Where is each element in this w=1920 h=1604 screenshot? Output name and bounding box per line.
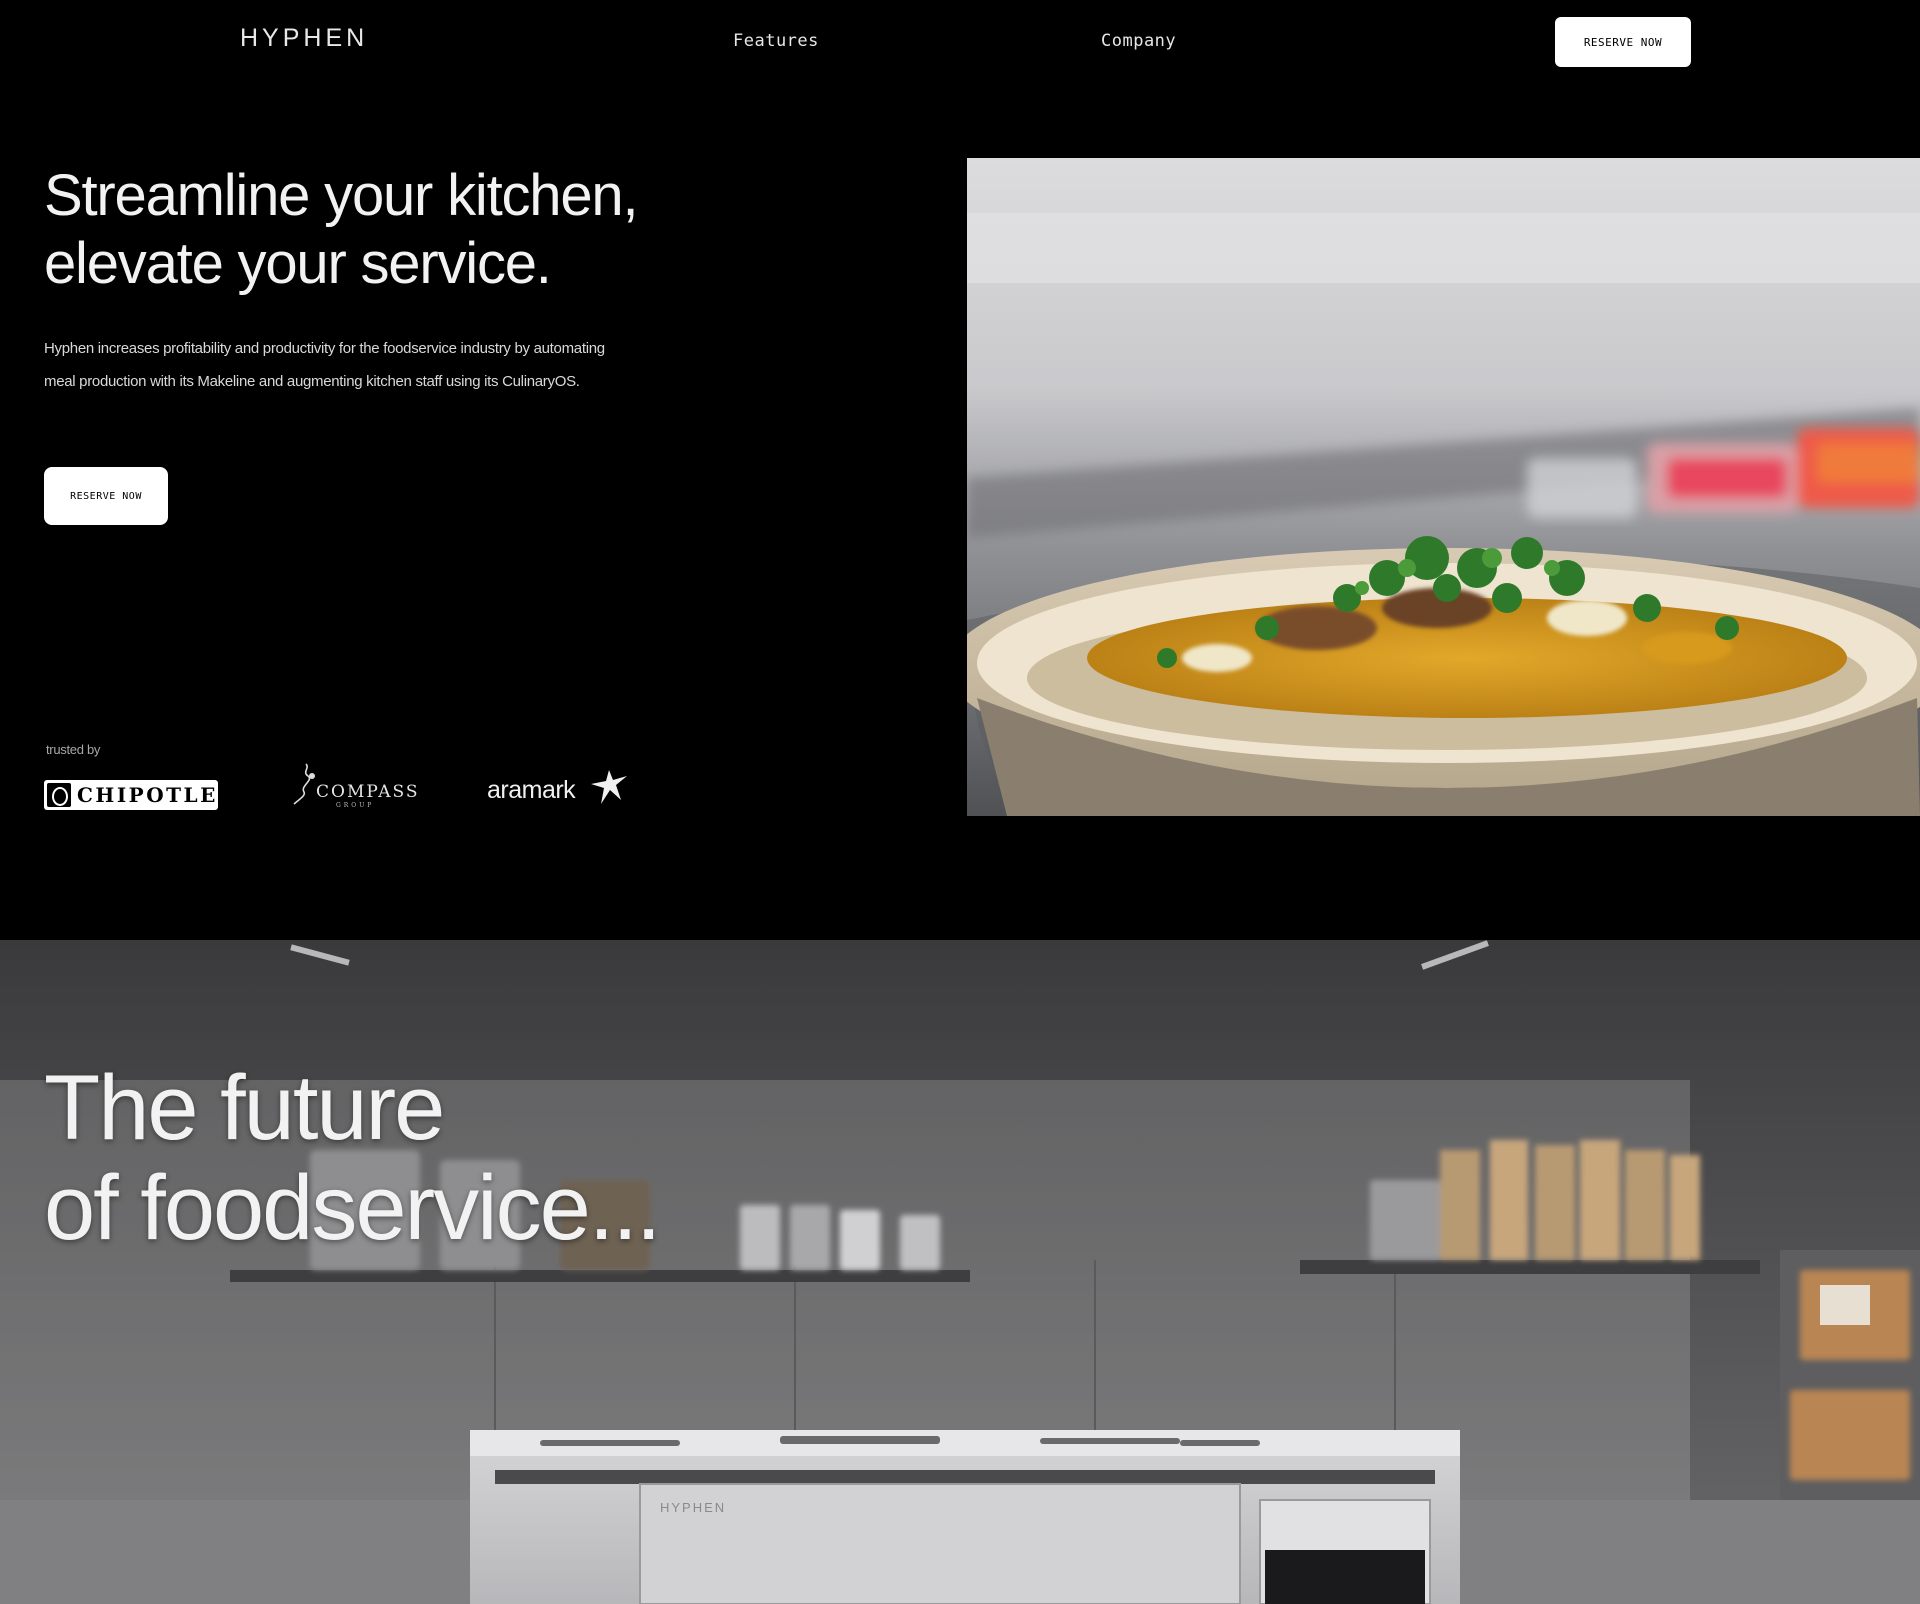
future-title-line-1: The future xyxy=(44,1057,445,1159)
future-title: The future of foodservice... xyxy=(44,1057,661,1259)
top-nav: HYPHEN Features Company RESERVE NOW xyxy=(0,0,1920,90)
hero-title-line-1: Streamline your kitchen, xyxy=(44,163,639,228)
reserve-now-button-hero[interactable]: RESERVE NOW xyxy=(44,467,168,525)
food-bowl-illustration xyxy=(967,158,1920,816)
chipotle-logo-text: CHIPOTLE xyxy=(77,783,218,807)
trusted-by-label: trusted by xyxy=(46,742,101,757)
aramark-star-icon xyxy=(591,770,627,804)
future-section: The future of foodservice... HYPHEN xyxy=(0,940,1920,1604)
chipotle-mark-icon xyxy=(47,783,71,807)
logo[interactable]: HYPHEN xyxy=(240,24,368,53)
nav-link-company[interactable]: Company xyxy=(1101,31,1176,51)
aramark-logo: aramark xyxy=(485,768,635,808)
chipotle-logo: CHIPOTLE xyxy=(44,780,218,810)
food-bowl-photo xyxy=(967,158,1920,816)
machine-brand-label: HYPHEN xyxy=(660,1500,727,1515)
aramark-logo-text: aramark xyxy=(487,776,576,804)
compass-logo-subtext: GROUP xyxy=(336,802,375,809)
hero-title: Streamline your kitchen, elevate your se… xyxy=(44,162,639,298)
nav-link-features[interactable]: Features xyxy=(733,31,819,51)
hero-title-line-2: elevate your service. xyxy=(44,231,552,296)
future-title-line-2: of foodservice... xyxy=(44,1157,661,1259)
reserve-now-button-nav[interactable]: RESERVE NOW xyxy=(1555,17,1691,67)
compass-group-logo: COMPASS GROUP xyxy=(288,760,418,810)
kitchen-photo xyxy=(0,940,1920,1604)
compass-logo-text: COMPASS xyxy=(316,782,420,802)
hero-description: Hyphen increases profitability and produ… xyxy=(44,340,605,390)
